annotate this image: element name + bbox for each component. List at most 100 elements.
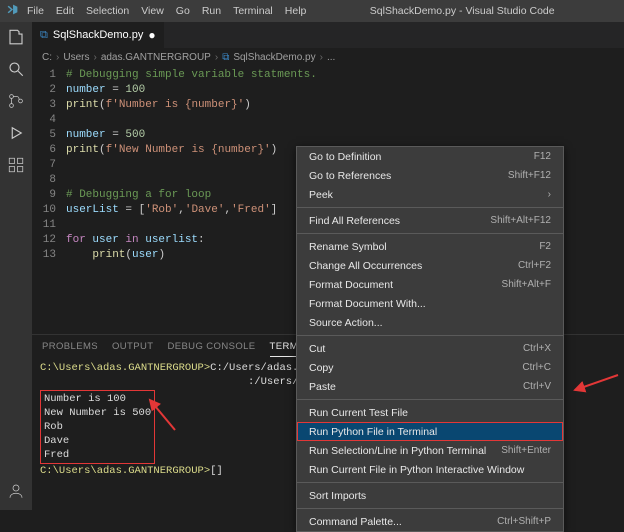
menu-separator (297, 399, 563, 400)
menu-item-go-to-definition[interactable]: Go to DefinitionF12 (297, 147, 563, 166)
menu-item-command-palette[interactable]: Command Palette...Ctrl+Shift+P (297, 512, 563, 531)
search-icon[interactable] (7, 60, 25, 78)
menu-item-format-document-with[interactable]: Format Document With... (297, 294, 563, 313)
menu-separator (297, 482, 563, 483)
line-content: # Debugging simple variable statments. (66, 68, 624, 83)
menu-edit[interactable]: Edit (56, 5, 74, 17)
menu-file[interactable]: File (27, 5, 44, 17)
menu-item-sort-imports[interactable]: Sort Imports (297, 486, 563, 505)
annotation-arrow-icon (573, 370, 623, 400)
line-number: 10 (32, 203, 66, 218)
breadcrumb-part[interactable]: C: (42, 52, 52, 63)
line-content: print(f'Number is {number}') (66, 98, 624, 113)
annotation-arrow-icon (145, 395, 185, 435)
tab-bar: ⧉ SqlShackDemo.py ● (32, 22, 624, 48)
line-number: 7 (32, 158, 66, 173)
menu-item-peek[interactable]: Peek › (297, 185, 563, 204)
code-line[interactable]: 3print(f'Number is {number}') (32, 98, 624, 113)
chevron-right-icon: › (215, 52, 218, 63)
menu-selection[interactable]: Selection (86, 5, 129, 17)
line-number: 3 (32, 98, 66, 113)
terminal-line: Number is 100 (44, 392, 151, 406)
terminal-line: Rob (44, 420, 151, 434)
source-control-icon[interactable] (7, 92, 25, 110)
menu-item-format-document[interactable]: Format DocumentShift+Alt+F (297, 275, 563, 294)
menu-go[interactable]: Go (176, 5, 190, 17)
menu-item-label: Source Action... (309, 317, 383, 329)
menu-item-find-all-references[interactable]: Find All ReferencesShift+Alt+F12 (297, 211, 563, 230)
menu-item-shortcut: Ctrl+X (523, 343, 551, 354)
menu-item-source-action[interactable]: Source Action... (297, 313, 563, 332)
menu-item-run-python-file-in-terminal[interactable]: Run Python File in Terminal (297, 422, 563, 441)
menu-item-rename-symbol[interactable]: Rename Symbol F2 (297, 237, 563, 256)
code-line[interactable]: 1# Debugging simple variable statments. (32, 68, 624, 83)
breadcrumb-part[interactable]: SqlShackDemo.py (233, 52, 315, 63)
debug-icon[interactable] (7, 124, 25, 142)
menu-item-run-current-file-in-python-interactive-window[interactable]: Run Current File in Python Interactive W… (297, 460, 563, 479)
menu-item-label: Peek (309, 189, 333, 201)
chevron-right-icon: › (320, 52, 323, 63)
breadcrumb-part[interactable]: adas.GANTNERGROUP (101, 52, 211, 63)
tab-sqlshackdemo[interactable]: ⧉ SqlShackDemo.py ● (32, 22, 165, 48)
terminal-line: New Number is 500 (44, 406, 151, 420)
explorer-icon[interactable] (7, 28, 25, 46)
menu-item-shortcut: F12 (534, 151, 551, 162)
menu-item-shortcut: › (548, 189, 551, 200)
dirty-dot-icon: ● (148, 28, 155, 42)
terminal-line: Fred (44, 448, 151, 462)
line-number: 2 (32, 83, 66, 98)
menu-item-shortcut: Shift+F12 (508, 170, 551, 181)
menu-item-label: Run Current File in Python Interactive W… (309, 464, 524, 476)
menu-run[interactable]: Run (202, 5, 221, 17)
code-line[interactable]: 4 (32, 113, 624, 128)
panel-tab-output[interactable]: OUTPUT (112, 339, 153, 357)
menu-terminal[interactable]: Terminal (233, 5, 273, 17)
accounts-icon[interactable] (7, 482, 25, 500)
menu-item-label: Paste (309, 381, 336, 393)
panel-tab-problems[interactable]: PROBLEMS (42, 339, 98, 357)
menu-bar: File Edit Selection View Go Run Terminal Help (27, 5, 306, 17)
line-number: 12 (32, 233, 66, 248)
menu-item-run-selection-line-in-python-terminal[interactable]: Run Selection/Line in Python TerminalShi… (297, 441, 563, 460)
line-number: 1 (32, 68, 66, 83)
menu-item-go-to-references[interactable]: Go to References Shift+F12 (297, 166, 563, 185)
menu-item-copy[interactable]: CopyCtrl+C (297, 358, 563, 377)
terminal-line: Dave (44, 434, 151, 448)
line-number: 13 (32, 248, 66, 263)
code-line[interactable]: 5number = 500 (32, 128, 624, 143)
menu-item-label: Change All Occurrences (309, 260, 422, 272)
vscode-logo-icon (6, 3, 19, 19)
titlebar: File Edit Selection View Go Run Terminal Help S… (0, 0, 624, 22)
menu-separator (297, 508, 563, 509)
menu-separator (297, 207, 563, 208)
menu-item-shortcut: F2 (539, 241, 551, 252)
line-content: number = 100 (66, 83, 624, 98)
menu-item-label: Format Document With... (309, 298, 426, 310)
line-number: 6 (32, 143, 66, 158)
extensions-icon[interactable] (7, 156, 25, 174)
line-number: 5 (32, 128, 66, 143)
menu-item-label: Run Current Test File (309, 407, 408, 419)
breadcrumb[interactable]: C:›Users›adas.GANTNERGROUP›⧉ SqlShackDem… (32, 48, 624, 66)
menu-item-cut[interactable]: Cut Ctrl+X (297, 339, 563, 358)
breadcrumb-part[interactable]: Users (63, 52, 89, 63)
menu-item-label: Rename Symbol (309, 241, 387, 253)
python-file-icon: ⧉ (40, 29, 48, 42)
menu-view[interactable]: View (141, 5, 164, 17)
menu-help[interactable]: Help (285, 5, 307, 17)
menu-item-paste[interactable]: Paste Ctrl+V (297, 377, 563, 396)
menu-item-change-all-occurrences[interactable]: Change All OccurrencesCtrl+F2 (297, 256, 563, 275)
menu-item-label: Sort Imports (309, 490, 366, 502)
breadcrumb-part[interactable]: ... (327, 52, 335, 63)
menu-item-shortcut: Ctrl+V (523, 381, 551, 392)
menu-item-label: Cut (309, 343, 325, 355)
context-menu: Go to DefinitionF12 Go to References Shift… (296, 146, 564, 532)
panel-tab-debug-console[interactable]: DEBUG CONSOLE (167, 339, 255, 357)
menu-item-run-current-test-file[interactable]: Run Current Test File (297, 403, 563, 422)
code-line[interactable]: 2number = 100 (32, 83, 624, 98)
tab-label: SqlShackDemo.py (53, 29, 144, 41)
menu-item-shortcut: Ctrl+C (522, 362, 551, 373)
line-number: 9 (32, 188, 66, 203)
line-number: 11 (32, 218, 66, 233)
menu-item-label: Go to References (309, 170, 391, 182)
